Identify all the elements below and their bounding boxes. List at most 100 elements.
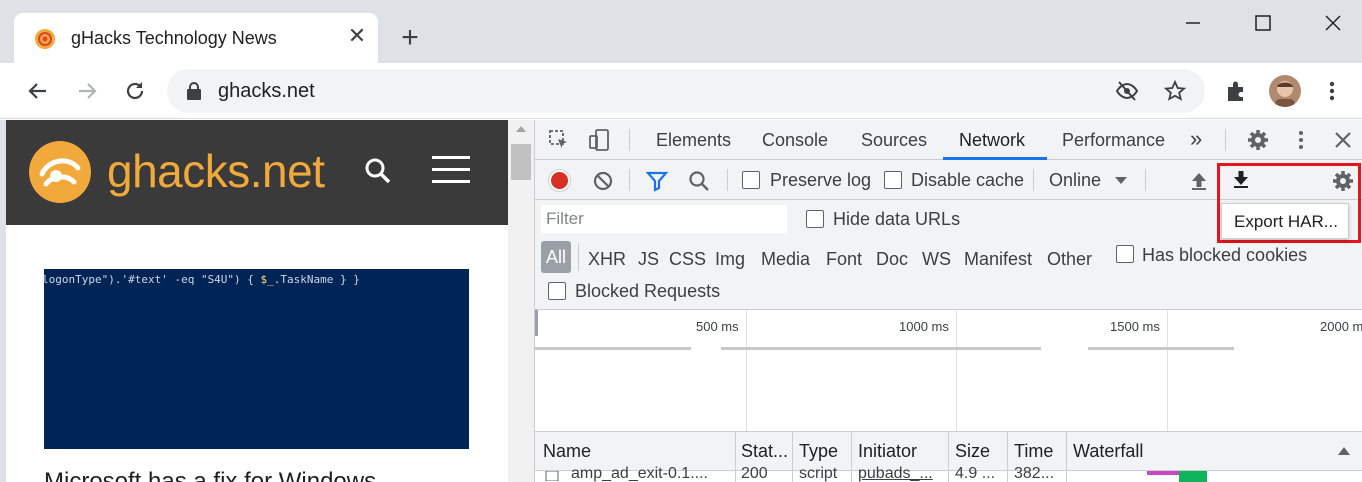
scroll-up-arrow-icon[interactable]	[516, 126, 526, 132]
column-separator[interactable]	[792, 432, 793, 472]
address-bar[interactable]: ghacks.net	[167, 69, 1205, 113]
bookmark-star-icon[interactable]	[1163, 79, 1187, 103]
search-icon[interactable]	[364, 157, 392, 185]
filter-funnel-icon[interactable]	[645, 169, 669, 193]
column-separator	[1066, 471, 1067, 482]
blocked-requests-checkbox[interactable]	[548, 282, 566, 300]
overview-activity-bar	[535, 347, 691, 350]
table-row[interactable]: amp_ad_exit-0.1.... 200 script pubads_..…	[535, 465, 1362, 482]
throttling-select[interactable]: Online	[1049, 170, 1101, 191]
type-filter-img[interactable]: Img	[715, 249, 745, 270]
search-icon[interactable]	[687, 169, 711, 193]
scrollbar-thumb[interactable]	[511, 144, 531, 180]
forward-icon[interactable]	[73, 77, 101, 105]
column-size[interactable]: Size	[955, 441, 990, 462]
back-icon[interactable]	[24, 77, 52, 105]
preserve-log-checkbox[interactable]	[742, 171, 760, 189]
row-type: script	[799, 465, 838, 482]
row-name: amp_ad_exit-0.1....	[571, 465, 708, 482]
hamburger-menu-icon[interactable]	[432, 156, 472, 184]
article-title[interactable]: Microsoft has a fix for Windows	[44, 468, 376, 482]
column-name[interactable]: Name	[543, 441, 591, 462]
chevron-down-icon[interactable]	[1115, 177, 1127, 184]
row-initiator-link[interactable]: pubads_...	[858, 465, 933, 482]
tabbar-separator	[629, 129, 630, 151]
import-har-upload-icon[interactable]	[1187, 169, 1211, 193]
type-filter-media[interactable]: Media	[761, 249, 810, 270]
disable-cache-checkbox[interactable]	[884, 171, 902, 189]
blocked-requests-label: Blocked Requests	[575, 281, 721, 301]
waterfall-download-bar	[1179, 471, 1207, 482]
preserve-log-label: Preserve log	[770, 170, 872, 190]
tab-title: gHacks Technology News	[71, 28, 277, 48]
more-tabs-button[interactable]: »	[1190, 126, 1202, 152]
lock-icon[interactable]	[186, 82, 202, 100]
devtools-menu-icon[interactable]	[1289, 128, 1313, 152]
column-separator	[948, 471, 949, 482]
tab-close-icon[interactable]: ✕	[344, 23, 370, 49]
hide-data-urls-checkbox[interactable]	[806, 210, 824, 228]
column-separator[interactable]	[735, 432, 736, 472]
overview-tick-label: 1500 ms	[1110, 319, 1160, 334]
window-close-icon[interactable]	[1312, 10, 1352, 36]
browser-tab[interactable]: gHacks Technology News ✕	[14, 13, 378, 63]
sort-ascending-icon[interactable]	[1338, 447, 1350, 455]
tracking-blocked-eye-icon[interactable]	[1115, 80, 1139, 102]
tab-sources[interactable]: Sources	[861, 130, 927, 151]
devtools-settings-gear-icon[interactable]	[1246, 128, 1270, 152]
column-separator[interactable]	[948, 432, 949, 472]
column-status[interactable]: Stat...	[741, 441, 788, 462]
has-blocked-cookies-checkbox[interactable]	[1116, 245, 1134, 263]
type-filter-font[interactable]: Font	[826, 249, 862, 270]
profile-avatar[interactable]	[1269, 75, 1301, 107]
devtools-panel: Elements Console Sources Network Perform…	[534, 120, 1362, 482]
site-name-main: ghacks	[107, 145, 250, 197]
column-separator	[735, 471, 736, 482]
tab-network[interactable]: Network	[959, 130, 1025, 151]
type-filter-all[interactable]: All	[541, 241, 571, 273]
clear-icon[interactable]	[591, 169, 615, 193]
row-size: 4.9 ...	[955, 465, 996, 482]
more-menu-icon[interactable]	[1318, 77, 1346, 105]
column-separator	[792, 471, 793, 482]
column-separator[interactable]	[851, 432, 852, 472]
tab-elements[interactable]: Elements	[656, 130, 731, 151]
page-scrollbar[interactable]	[508, 120, 534, 482]
column-separator[interactable]	[1007, 432, 1008, 472]
type-filter-js[interactable]: JS	[638, 249, 659, 270]
minimize-icon[interactable]	[1172, 10, 1212, 36]
url-text: ghacks.net	[218, 80, 315, 102]
column-time[interactable]: Time	[1014, 441, 1053, 462]
browser-toolbar: ghacks.net	[0, 63, 1362, 119]
ghacks-logo-icon[interactable]	[28, 140, 92, 204]
type-filter-xhr[interactable]: XHR	[588, 249, 626, 270]
inspect-element-icon[interactable]	[547, 128, 571, 152]
new-tab-button[interactable]: +	[394, 23, 426, 55]
export-har-menu-item[interactable]: Export HAR...	[1221, 203, 1349, 239]
device-toolbar-icon[interactable]	[587, 128, 611, 152]
type-filter-css[interactable]: CSS	[669, 249, 706, 270]
devtools-close-icon[interactable]	[1331, 128, 1355, 152]
reload-icon[interactable]	[121, 77, 149, 105]
site-header: ghacks.net	[6, 120, 508, 225]
web-page-viewport: ghacks.net logonType").'#text' -eq "S4U"…	[6, 120, 508, 482]
filter-input[interactable]: Filter	[541, 205, 787, 233]
article-image[interactable]: logonType").'#text' -eq "S4U") { $_.Task…	[44, 269, 469, 449]
tab-performance[interactable]: Performance	[1062, 130, 1165, 151]
overview-range-handle[interactable]	[535, 310, 538, 336]
type-filter-doc[interactable]: Doc	[876, 249, 908, 270]
column-type[interactable]: Type	[799, 441, 838, 462]
network-overview-timeline[interactable]: 500 ms 1000 ms 1500 ms 2000 ms	[535, 310, 1362, 432]
type-filter-other[interactable]: Other	[1047, 249, 1092, 270]
disable-cache-label: Disable cache	[911, 170, 1025, 190]
extensions-puzzle-icon[interactable]	[1223, 77, 1251, 105]
record-button[interactable]	[549, 170, 570, 191]
column-waterfall[interactable]: Waterfall	[1073, 441, 1143, 462]
site-name[interactable]: ghacks.net	[107, 144, 325, 198]
tab-console[interactable]: Console	[762, 130, 828, 151]
type-filter-ws[interactable]: WS	[922, 249, 951, 270]
maximize-icon[interactable]	[1242, 10, 1282, 36]
type-filter-manifest[interactable]: Manifest	[964, 249, 1032, 270]
column-initiator[interactable]: Initiator	[858, 441, 917, 462]
column-separator[interactable]	[1066, 432, 1067, 472]
